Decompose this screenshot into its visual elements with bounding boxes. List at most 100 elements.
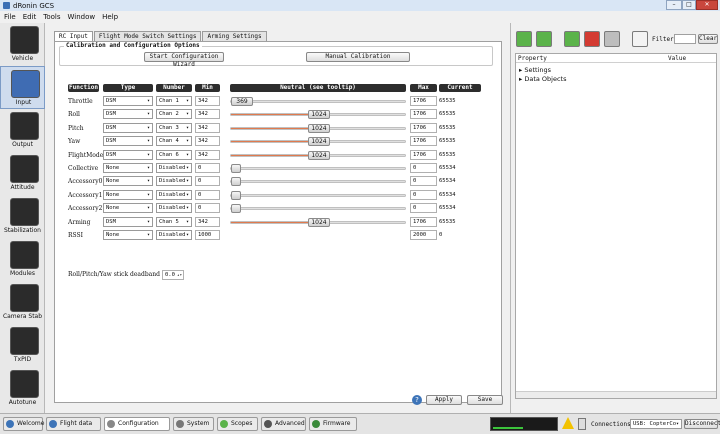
erase-icon[interactable]	[604, 31, 620, 47]
max-field[interactable]: 1706	[410, 122, 437, 133]
menu-file[interactable]: File	[4, 13, 16, 21]
max-field[interactable]: 1706	[410, 109, 437, 120]
min-field[interactable]: 342	[195, 216, 220, 227]
apply-button[interactable]: Apply	[426, 395, 462, 405]
tree-item-settings[interactable]: ▸ Settings	[519, 66, 551, 74]
type-select[interactable]: None ▾	[103, 203, 153, 214]
number-select[interactable]: Disabled ▾	[156, 203, 192, 214]
neutral-slider[interactable]	[230, 190, 406, 200]
sidebar-item-autotune[interactable]: Autotune	[0, 367, 45, 410]
min-field[interactable]: 0	[195, 176, 220, 187]
number-select[interactable]: Disabled ▾	[156, 189, 192, 200]
min-field[interactable]: 1000	[195, 230, 220, 240]
upload-arrow-icon[interactable]	[536, 31, 552, 47]
tab-system[interactable]: System	[173, 417, 214, 431]
tab-welcome[interactable]: Welcome	[3, 417, 44, 431]
help-icon[interactable]: ?	[412, 395, 422, 405]
number-select[interactable]: Chan 2 ▾	[156, 109, 192, 120]
menu-help[interactable]: Help	[102, 13, 118, 21]
neutral-slider[interactable]: 1024	[230, 217, 406, 227]
tab-configuration[interactable]: Configuration	[104, 417, 170, 431]
number-select[interactable]: Disabled ▾	[156, 230, 192, 240]
clear-filter-button[interactable]: Clear	[698, 34, 718, 44]
type-select[interactable]: DSM ▾	[103, 96, 153, 106]
maximize-button[interactable]: □	[682, 0, 696, 10]
tab-arming-settings[interactable]: Arming Settings	[202, 31, 267, 41]
min-field[interactable]: 0	[195, 163, 220, 173]
max-field[interactable]: 1706	[410, 216, 437, 227]
slider-handle[interactable]	[231, 164, 241, 173]
max-field[interactable]: 0	[410, 203, 437, 214]
slider-handle[interactable]: 1024	[308, 217, 330, 227]
neutral-slider[interactable]: 1024	[230, 110, 406, 120]
menu-edit[interactable]: Edit	[23, 13, 37, 21]
load-from-flash-icon[interactable]	[564, 31, 580, 47]
tab-advanced[interactable]: Advanced	[261, 417, 306, 431]
type-select[interactable]: None ▾	[103, 189, 153, 200]
type-select[interactable]: None ▾	[103, 176, 153, 187]
sidebar-item-modules[interactable]: Modules	[0, 238, 45, 281]
eye-icon[interactable]	[632, 31, 648, 47]
warning-icon[interactable]	[562, 417, 574, 429]
disconnect-button[interactable]: Disconnect	[684, 419, 720, 429]
min-field[interactable]: 342	[195, 149, 220, 160]
max-field[interactable]: 1706	[410, 149, 437, 160]
number-select[interactable]: Chan 5 ▾	[156, 216, 192, 227]
sidebar-item-stabilization[interactable]: Stabilization	[0, 195, 45, 238]
type-select[interactable]: None ▾	[103, 230, 153, 240]
slider-handle[interactable]	[231, 190, 241, 200]
min-field[interactable]: 342	[195, 136, 220, 147]
sidebar-item-vehicle[interactable]: Vehicle	[0, 23, 45, 66]
sidebar-item-input[interactable]: Input	[0, 66, 45, 109]
number-select[interactable]: Chan 3 ▾	[156, 122, 192, 133]
save-button[interactable]: Save	[467, 395, 503, 405]
horizontal-scrollbar[interactable]	[516, 391, 716, 398]
connection-select[interactable]: USB: CopterCo ▾	[630, 419, 682, 429]
min-field[interactable]: 0	[195, 189, 220, 200]
neutral-slider[interactable]: 1024	[230, 123, 406, 133]
neutral-slider[interactable]	[230, 177, 406, 187]
manual-calibration-button[interactable]: Manual Calibration	[306, 52, 410, 62]
slider-handle[interactable]: 1024	[308, 123, 330, 133]
min-field[interactable]: 342	[195, 96, 220, 106]
max-field[interactable]: 1706	[410, 96, 437, 106]
sidebar-item-camera-stab[interactable]: Camera Stab	[0, 281, 45, 324]
slider-handle[interactable]: 1024	[308, 150, 330, 160]
minimize-button[interactable]: –	[666, 0, 682, 10]
neutral-slider[interactable]	[230, 204, 406, 214]
type-select[interactable]: DSM ▾	[103, 149, 153, 160]
type-select[interactable]: DSM ▾	[103, 109, 153, 120]
close-button[interactable]: ✕	[696, 0, 718, 10]
max-field[interactable]: 0	[410, 163, 437, 173]
slider-handle[interactable]	[231, 177, 241, 187]
max-field[interactable]: 0	[410, 189, 437, 200]
slider-handle[interactable]: 1024	[308, 110, 330, 120]
sidebar-item-attitude[interactable]: Attitude	[0, 152, 45, 195]
sidebar-item-output[interactable]: Output	[0, 109, 45, 152]
tab-firmware[interactable]: Firmware	[309, 417, 357, 431]
max-field[interactable]: 2000	[410, 230, 437, 240]
spin-arrows-icon[interactable]: ▴▾	[177, 271, 182, 279]
min-field[interactable]: 0	[195, 203, 220, 214]
tab-flight-mode-switch[interactable]: Flight Mode Switch Settings	[93, 31, 202, 41]
neutral-slider[interactable]	[230, 164, 406, 173]
tree-item-data-objects[interactable]: ▸ Data Objects	[519, 75, 567, 83]
filter-input[interactable]	[674, 34, 696, 44]
tab-scopes[interactable]: Scopes	[217, 417, 258, 431]
neutral-slider[interactable]: 1024	[230, 137, 406, 147]
sidebar-item-txpid[interactable]: TxPID	[0, 324, 45, 367]
max-field[interactable]: 0	[410, 176, 437, 187]
number-select[interactable]: Chan 6 ▾	[156, 149, 192, 160]
number-select[interactable]: Chan 1 ▾	[156, 96, 192, 106]
max-field[interactable]: 1706	[410, 136, 437, 147]
min-field[interactable]: 342	[195, 122, 220, 133]
neutral-slider[interactable]: 369	[230, 97, 406, 106]
deadband-spinbox[interactable]: 0.0 ▴▾	[162, 270, 184, 280]
save-to-flash-icon[interactable]	[584, 31, 600, 47]
tab-flight-data[interactable]: Flight data	[46, 417, 101, 431]
type-select[interactable]: None ▾	[103, 163, 153, 173]
neutral-slider[interactable]: 1024	[230, 150, 406, 160]
start-wizard-button[interactable]: Start Configuration Wizard	[144, 52, 224, 68]
slider-handle[interactable]: 369	[231, 97, 253, 106]
slider-handle[interactable]	[231, 204, 241, 214]
